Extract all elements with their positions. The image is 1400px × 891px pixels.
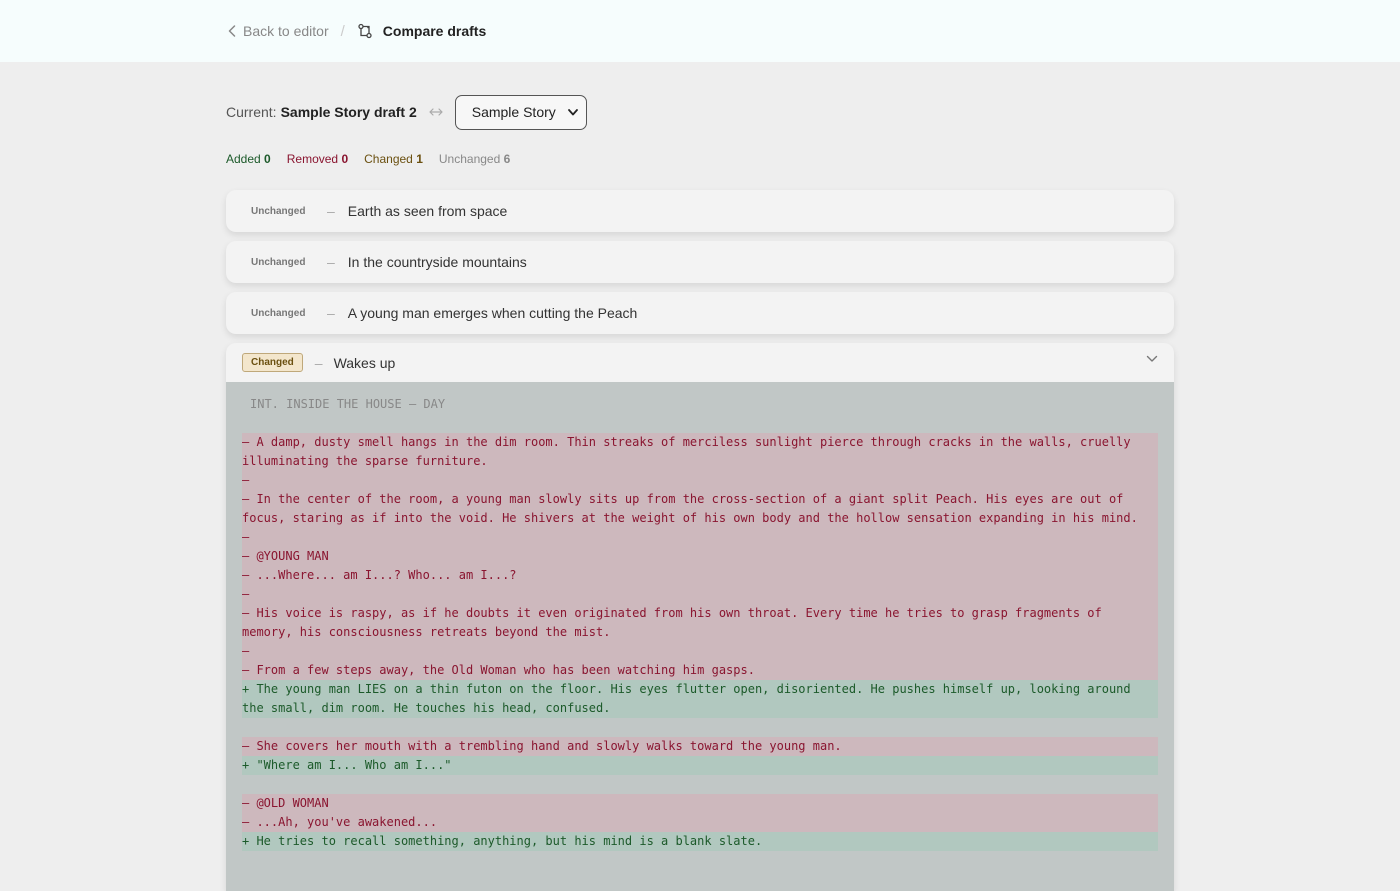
back-to-editor-link[interactable]: Back to editor [228,23,329,39]
current-draft-name: Sample Story draft 2 [280,104,417,120]
diff-content: INT. INSIDE THE HOUSE – DAY – A damp, du… [226,382,1174,891]
changed-scene-header[interactable]: Changed – Wakes up [226,343,1174,382]
diff-line-added: + The young man LIES on a thin futon on … [242,680,1158,718]
breadcrumb-separator: / [340,22,345,40]
status-badge: Unchanged [251,205,306,217]
diff-stats: Added 0 Removed 0 Changed 1 Unchanged 6 [226,152,1174,166]
diff-gap [242,718,1158,737]
diff-line-added: + "Where am I... Who am I..." [242,756,1158,775]
diff-line-removed: – [242,585,1158,604]
row-dash: – [327,254,335,270]
scene-heading: INT. INSIDE THE HOUSE – DAY [250,397,446,411]
stat-unchanged: Unchanged 6 [438,152,511,166]
compare-draft-select[interactable]: Sample Story [454,94,587,130]
compare-selector-row: Current: Sample Story draft 2 Sample Sto… [226,94,1174,130]
stat-added: Added 0 [226,152,271,166]
scene-title: Wakes up [333,354,396,371]
diff-line-removed: – [242,471,1158,490]
swap-arrows-icon [429,107,443,117]
status-badge: Unchanged [251,256,306,268]
diff-line-added: + He tries to recall something, anything… [242,832,1158,851]
diff-line-removed: – ...Ah, you've awakened... [242,813,1158,832]
scene-row[interactable]: Unchanged – In the countryside mountains [226,241,1174,283]
top-bar: Back to editor / Compare drafts [0,0,1400,62]
back-label: Back to editor [243,23,329,39]
row-dash: – [314,354,323,371]
select-value: Sample Story [471,104,556,120]
page-title: Compare drafts [382,23,487,39]
changed-scene: Changed – Wakes up INT. INSIDE THE HOUSE… [226,343,1174,891]
scene-list: Unchanged – Earth as seen from space Unc… [226,190,1174,891]
scene-row[interactable]: Unchanged – A young man emerges when cut… [226,292,1174,334]
diff-line-removed: – [242,642,1158,661]
row-dash: – [327,305,335,321]
compare-branch-icon [357,23,373,39]
diff-line-removed: – @YOUNG MAN [242,547,1158,566]
chevron-down-icon [567,108,578,115]
stat-changed: Changed 1 [364,152,423,166]
diff-line-removed: – A damp, dusty smell hangs in the dim r… [242,433,1158,471]
scene-title: A young man emerges when cutting the Pea… [347,305,638,321]
scene-row[interactable]: Unchanged – Earth as seen from space [226,190,1174,232]
diff-line-removed: – [242,528,1158,547]
scene-title: Earth as seen from space [347,203,508,219]
main-content: Current: Sample Story draft 2 Sample Sto… [226,62,1174,891]
stat-removed: Removed 0 [286,152,349,166]
collapse-chevron-icon[interactable] [1146,355,1158,363]
status-badge: Unchanged [251,307,306,319]
diff-line-removed: – From a few steps away, the Old Woman w… [242,661,1158,680]
diff-gap [242,775,1158,794]
diff-line-removed: – @OLD WOMAN [242,794,1158,813]
scene-title: In the countryside mountains [347,254,527,270]
chevron-left-icon [228,25,236,37]
row-dash: – [327,203,335,219]
diff-line-removed: – ...Where... am I...? Who... am I...? [242,566,1158,585]
diff-lines: – A damp, dusty smell hangs in the dim r… [242,433,1158,851]
diff-line-removed: – In the center of the room, a young man… [242,490,1158,528]
diff-line-removed: – She covers her mouth with a trembling … [242,737,1158,756]
diff-line-removed: – His voice is raspy, as if he doubts it… [242,604,1158,642]
current-label: Current: [226,104,277,120]
changed-badge: Changed [242,353,303,372]
